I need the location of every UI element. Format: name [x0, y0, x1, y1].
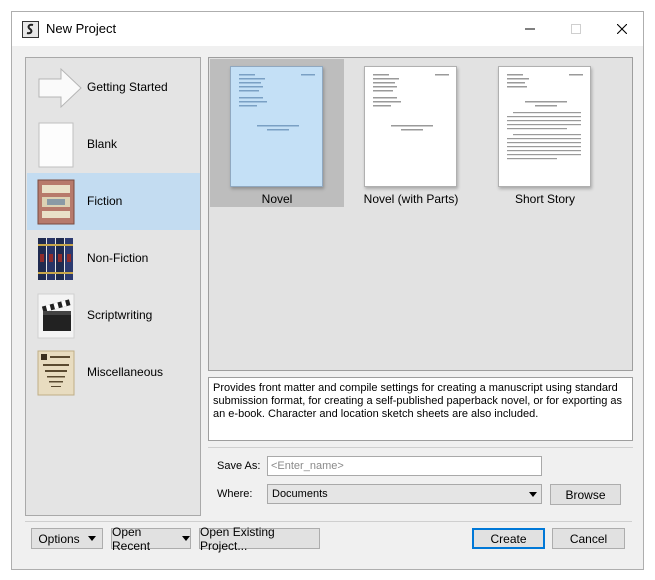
template-novel[interactable]: Novel [210, 59, 344, 207]
close-button[interactable] [599, 12, 645, 46]
eye-chart-icon [37, 350, 75, 396]
maximize-button[interactable] [553, 12, 599, 46]
sidebar-item-label: Blank [87, 137, 118, 151]
template-label: Novel (with Parts) [363, 192, 459, 206]
template-gallery: Novel Novel (with Parts) Short Story [208, 57, 633, 371]
window-title: New Project [46, 21, 117, 36]
cancel-label: Cancel [569, 531, 608, 546]
where-label: Where: [217, 488, 253, 500]
fiction-book-icon [37, 179, 75, 225]
sidebar-item-miscellaneous[interactable]: Miscellaneous [27, 344, 200, 401]
manuscript-page-icon [498, 66, 591, 187]
open-existing-label: Open Existing Project... [200, 524, 275, 553]
new-project-dialog: New Project Getting Started Blank Fictio… [11, 11, 644, 570]
cancel-button[interactable]: Cancel [552, 528, 625, 549]
template-label: Novel [261, 192, 293, 206]
template-novel-with-parts[interactable]: Novel (with Parts) [344, 59, 478, 207]
template-label: Short Story [514, 192, 576, 206]
sidebar-item-label: Non-Fiction [87, 251, 149, 265]
browse-button[interactable]: Browse [550, 484, 621, 505]
template-description: Provides front matter and compile settin… [208, 377, 633, 441]
clapperboard-icon [37, 293, 75, 339]
template-short-story[interactable]: Short Story [478, 59, 612, 207]
sidebar-item-blank[interactable]: Blank [27, 116, 200, 173]
chevron-down-icon [529, 492, 537, 497]
category-sidebar: Getting Started Blank Fiction Non-Fictio… [25, 57, 201, 516]
scrivener-app-icon [22, 21, 39, 38]
maximize-icon [571, 24, 581, 34]
books-icon [37, 236, 75, 282]
open-recent-label: Open Recent [112, 524, 151, 553]
save-as-label: Save As: [217, 460, 261, 472]
manuscript-page-icon [230, 66, 323, 187]
chevron-down-icon [87, 536, 96, 541]
divider [208, 447, 633, 448]
open-recent-button[interactable]: Open Recent [111, 525, 191, 553]
sidebar-item-label: Fiction [87, 194, 123, 208]
sidebar-item-fiction[interactable]: Fiction [27, 173, 200, 230]
close-icon [617, 24, 627, 34]
arrow-icon [37, 65, 82, 111]
where-dropdown[interactable]: Documents [267, 484, 542, 504]
divider [25, 521, 632, 522]
sidebar-item-scriptwriting[interactable]: Scriptwriting [27, 287, 200, 344]
sidebar-item-label: Scriptwriting [87, 308, 153, 322]
sidebar-item-label: Miscellaneous [87, 365, 164, 379]
minimize-button[interactable] [507, 12, 553, 46]
open-existing-project-button[interactable]: Open Existing Project... [199, 525, 320, 553]
sidebar-item-non-fiction[interactable]: Non-Fiction [27, 230, 200, 287]
blank-page-icon [37, 122, 75, 168]
sidebar-item-getting-started[interactable]: Getting Started [27, 59, 200, 116]
minimize-icon [525, 28, 535, 30]
save-as-input[interactable] [267, 456, 542, 476]
title-bar: New Project [12, 12, 643, 46]
options-button[interactable]: Options [31, 528, 103, 549]
create-button[interactable]: Create [472, 528, 545, 549]
where-value: Documents [272, 488, 328, 500]
create-label: Create [490, 531, 527, 546]
sidebar-item-label: Getting Started [87, 80, 168, 94]
chevron-down-icon [182, 536, 190, 541]
options-label: Options [38, 531, 80, 546]
browse-label: Browse [565, 487, 606, 502]
manuscript-page-icon [364, 66, 457, 187]
